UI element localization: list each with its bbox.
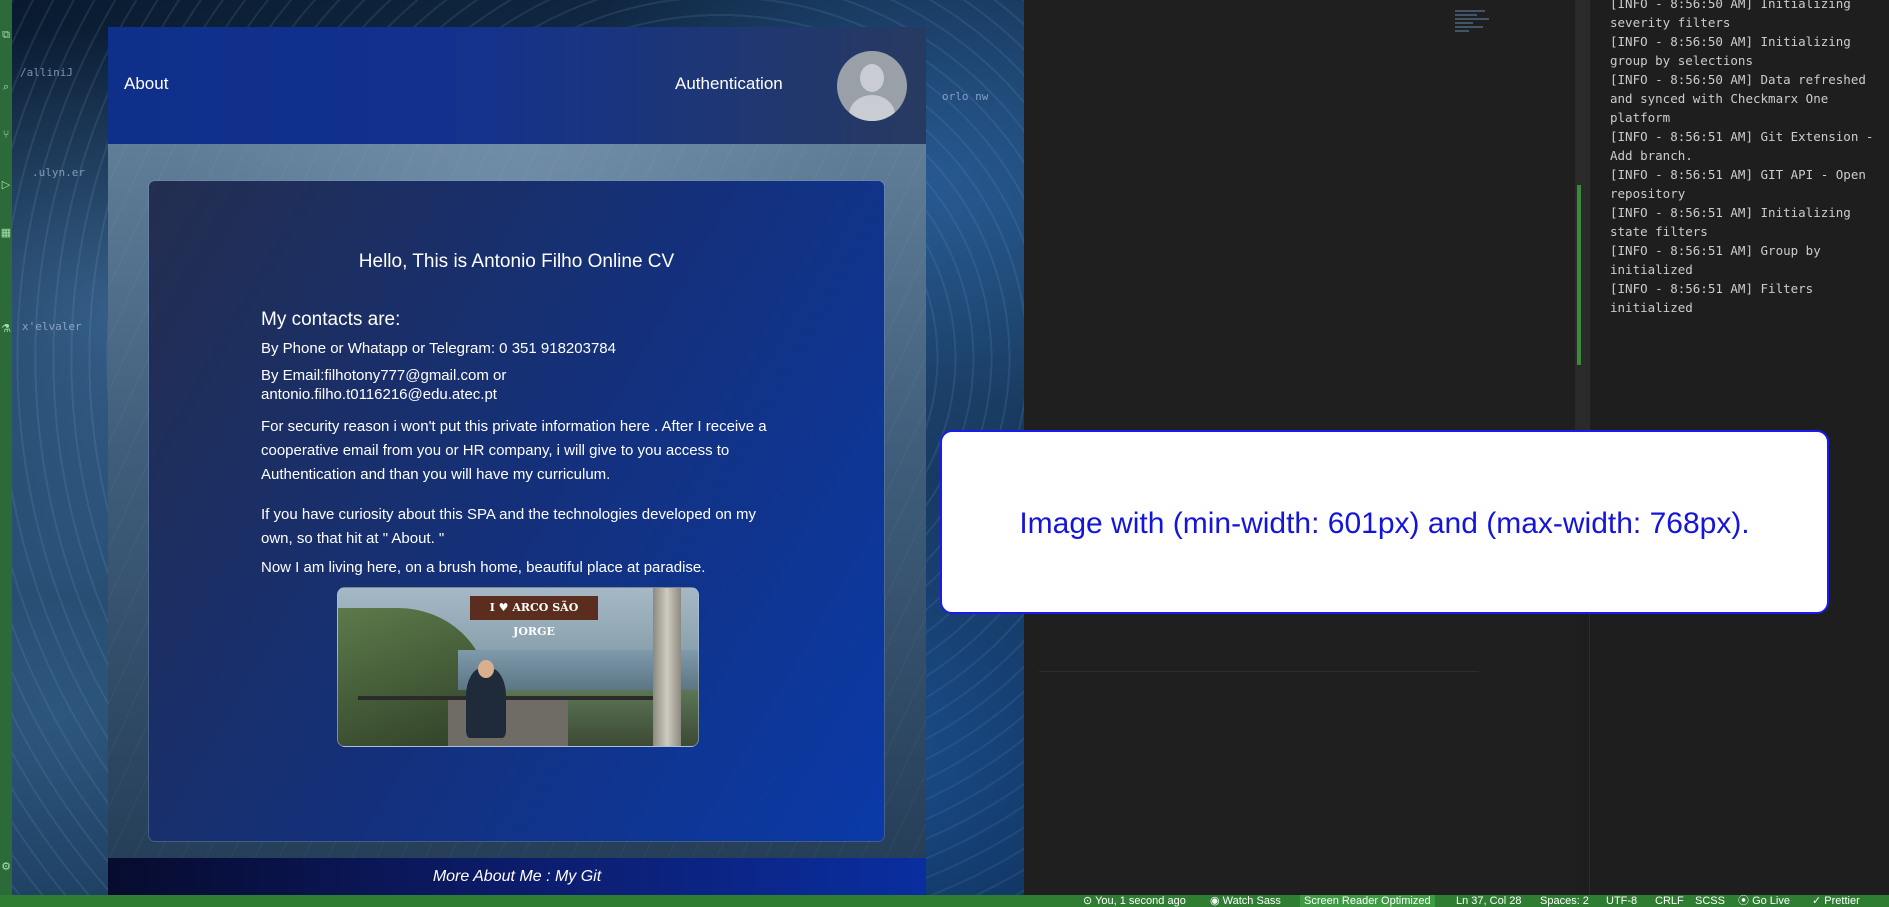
prettier-status[interactable]: ✓ Prettier: [1812, 895, 1860, 907]
background-decor: .ulyn.er: [32, 166, 85, 179]
nav-about-link[interactable]: About: [124, 74, 168, 94]
page-title: Hello, This is Antonio Filho Online CV: [358, 251, 675, 272]
curiosity-notice: If you have curiosity about this SPA and…: [261, 506, 757, 547]
git-blame-status[interactable]: ⊙ You, 1 second ago: [1083, 895, 1186, 907]
avatar-body-icon: [849, 95, 895, 121]
editor-divider: [1039, 671, 1479, 672]
photo-person: [466, 668, 506, 738]
footer: More About Me : My Git: [108, 858, 926, 895]
log-line: [INFO - 8:56:50 AM] Data refreshed and s…: [1610, 72, 1866, 125]
security-notice: For security reason i won't put this pri…: [261, 418, 767, 483]
watch-sass-text: Watch Sass: [1222, 895, 1281, 907]
extensions-icon[interactable]: ▦: [0, 226, 12, 240]
photo-railing: [358, 696, 678, 700]
background-decor: orlo nw: [942, 90, 989, 103]
location-photo: I ♥ ARCO SÃO JORGE: [337, 587, 699, 747]
email-line-2: antonio.filho.t0116216@edu.atec.pt: [261, 386, 497, 403]
log-line: [INFO - 8:56:51 AM] GIT API - Open repos…: [1610, 167, 1866, 201]
avatar[interactable]: [837, 51, 907, 121]
settings-icon[interactable]: ⚙: [0, 860, 12, 874]
language-mode[interactable]: SCSS: [1695, 895, 1725, 907]
testing-icon[interactable]: ⚗: [0, 322, 12, 336]
status-bar: ⊙ You, 1 second ago ◉ Watch Sass Screen …: [0, 895, 1889, 907]
output-log: [INFO - 8:56:50 AM] Initializing severit…: [1610, 0, 1885, 317]
photo-tree: [653, 588, 681, 746]
cursor-position[interactable]: Ln 37, Col 28: [1456, 895, 1521, 907]
nav-authentication-link[interactable]: Authentication: [675, 74, 783, 94]
go-live-text: Go Live: [1752, 895, 1790, 907]
footer-git-link[interactable]: More About Me : My Git: [433, 868, 601, 885]
indentation-status[interactable]: Spaces: 2: [1540, 895, 1589, 907]
explorer-icon[interactable]: ⧉: [0, 28, 12, 42]
log-line: [INFO - 8:56:51 AM] Filters initialized: [1610, 281, 1814, 315]
avatar-head-icon: [860, 64, 884, 92]
screen-reader-status[interactable]: Screen Reader Optimized: [1300, 895, 1435, 907]
eol-status[interactable]: CRLF: [1655, 895, 1684, 907]
activity-bar: ⧉ ⌕ ⑂ ▷ ▦ ⚗ ⚙: [0, 0, 12, 895]
log-line: [INFO - 8:56:50 AM] Initializing severit…: [1610, 0, 1851, 30]
scrollbar-change-mark: [1577, 185, 1581, 365]
background-decor: /alliniJ: [20, 66, 73, 79]
git-blame-text: You, 1 second ago: [1095, 895, 1186, 907]
log-line: [INFO - 8:56:50 AM] Initializing group b…: [1610, 34, 1851, 68]
navbar: About Authentication: [108, 27, 926, 144]
search-icon[interactable]: ⌕: [0, 80, 12, 94]
photo-face: [478, 660, 494, 678]
encoding-status[interactable]: UTF-8: [1606, 895, 1637, 907]
log-line: [INFO - 8:56:51 AM] Git Extension - Add …: [1610, 129, 1874, 163]
cv-card: Hello, This is Antonio Filho Online CV M…: [149, 181, 884, 841]
photo-sign: I ♥ ARCO SÃO JORGE: [470, 596, 598, 638]
email-line-1: By Email:filhotony777@gmail.com or: [261, 367, 507, 384]
log-line: [INFO - 8:56:51 AM] Initializing state f…: [1610, 205, 1851, 239]
source-control-icon[interactable]: ⑂: [0, 128, 12, 142]
minimap[interactable]: [1455, 8, 1495, 48]
contacts-heading: My contacts are:: [261, 309, 401, 330]
phone-contact: By Phone or Whatapp or Telegram: 0 351 9…: [261, 340, 616, 357]
cv-app: About Authentication Hello, This is Anto…: [108, 27, 926, 895]
editor-scrollbar[interactable]: [1575, 0, 1589, 430]
go-live-button[interactable]: ⦿ Go Live: [1738, 895, 1790, 907]
email-contact: By Email:filhotony777@gmail.com or anton…: [261, 366, 781, 404]
background-decor: x'elvaler: [22, 320, 82, 333]
living-text: Now I am living here, on a brush home, b…: [261, 559, 706, 576]
watch-sass-button[interactable]: ◉ Watch Sass: [1210, 895, 1281, 907]
media-query-text: Image with (min-width: 601px) and (max-w…: [1019, 507, 1750, 540]
log-line: [INFO - 8:56:51 AM] Group by initialized: [1610, 243, 1821, 277]
media-query-banner: Image with (min-width: 601px) and (max-w…: [940, 430, 1829, 614]
debug-icon[interactable]: ▷: [0, 178, 12, 192]
